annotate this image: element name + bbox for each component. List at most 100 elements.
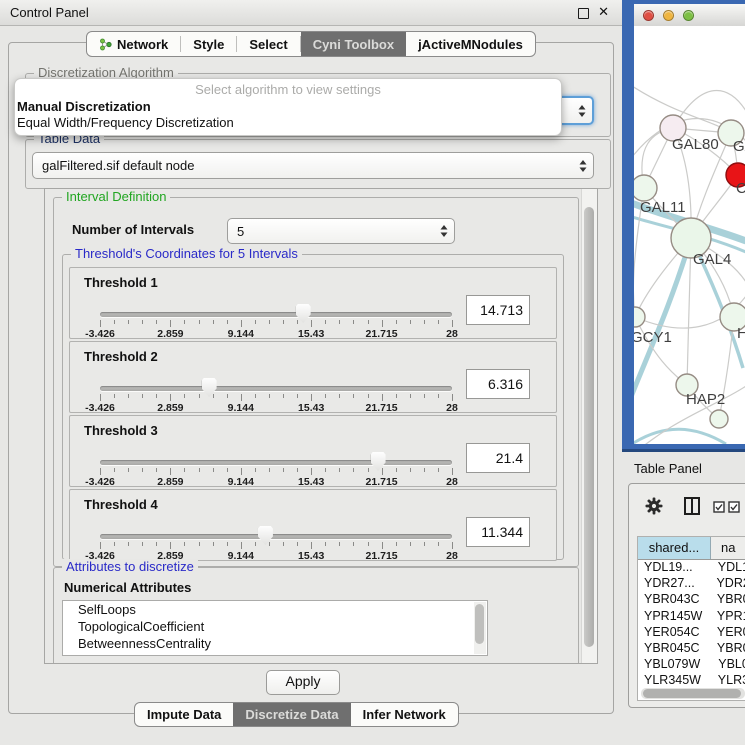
table-row[interactable]: YER054CYER0 (638, 624, 745, 640)
cell-name[interactable]: YBR0 (707, 591, 745, 607)
cell-name[interactable]: YDL1 (708, 559, 745, 575)
tick (100, 468, 101, 475)
number-of-intervals-combobox[interactable]: 5 (227, 218, 455, 244)
threshold-value-field[interactable]: 21.4 (466, 443, 530, 473)
attribute-item[interactable]: SelfLoops (63, 601, 487, 618)
close-traffic-light[interactable] (643, 10, 654, 21)
tick (255, 468, 256, 472)
minimize-traffic-light[interactable] (663, 10, 674, 21)
threshold-panel: Threshold 1 -3.4262.8599.14415.4321.7152… (69, 267, 557, 339)
zoom-traffic-light[interactable] (683, 10, 694, 21)
column-header-name[interactable]: na (711, 537, 745, 559)
attribute-item[interactable]: BetweennessCentrality (63, 635, 487, 652)
table-header: shared... na (638, 537, 745, 560)
table-row[interactable]: YPR145WYPR1 (638, 608, 745, 624)
table-row[interactable]: YDL19...YDL1 (638, 559, 745, 575)
tick-label: 21.715 (366, 402, 398, 414)
network-node[interactable] (710, 410, 728, 428)
network-edge (634, 429, 726, 444)
column-header-shared-name[interactable]: shared... (638, 537, 711, 559)
threshold-value-field[interactable]: 11.344 (466, 517, 530, 547)
tick (255, 394, 256, 398)
table-row[interactable]: YLR345WYLR3 (638, 672, 745, 688)
tab-impute-data[interactable]: Impute Data (135, 703, 233, 726)
tab-network[interactable]: Network (87, 32, 180, 56)
tab-select[interactable]: Select (237, 32, 299, 56)
cell-shared-name[interactable]: YPR145W (638, 608, 707, 624)
close-window-icon[interactable]: ✕ (598, 4, 609, 20)
tick (184, 468, 185, 472)
network-node[interactable] (634, 175, 657, 201)
threshold-value-field[interactable]: 14.713 (466, 295, 530, 325)
node-label: GAL80 (672, 136, 719, 153)
gear-icon[interactable] (645, 497, 663, 515)
tick (142, 542, 143, 546)
threshold-label: Threshold 2 (84, 349, 158, 364)
cell-name[interactable]: YPR1 (707, 608, 745, 624)
node-label: HAP2 (686, 391, 725, 408)
tick (396, 320, 397, 324)
tick (353, 394, 354, 398)
cell-shared-name[interactable]: YLR345W (638, 672, 708, 688)
split-columns-icon[interactable] (684, 497, 700, 515)
tick (241, 394, 242, 401)
checkbox-checked-icon[interactable] (728, 501, 740, 513)
table-row[interactable]: YBR043CYBR0 (638, 591, 745, 607)
settings-scrollbar[interactable] (581, 189, 597, 663)
threshold-slider-track[interactable] (100, 534, 452, 539)
threshold-slider-track[interactable] (100, 312, 452, 317)
list-scrollbar-thumb[interactable] (475, 604, 484, 644)
cell-shared-name[interactable]: YBL079W (638, 656, 708, 672)
float-window-icon[interactable] (578, 8, 589, 19)
algorithm-placeholder: Select algorithm to view settings (15, 79, 561, 99)
cell-shared-name[interactable]: YBR045C (638, 640, 707, 656)
cell-name[interactable]: YLR3 (708, 672, 745, 688)
cell-shared-name[interactable]: YDL19... (638, 559, 708, 575)
tab-jactivemnodules[interactable]: jActiveMNodules (406, 32, 535, 56)
tab-style[interactable]: Style (181, 32, 236, 56)
slider-ticks: -3.4262.8599.14415.4321.71528 (100, 542, 452, 560)
cell-name[interactable]: YBL0 (708, 656, 745, 672)
table-data-combobox[interactable]: galFiltered.sif default node (32, 152, 594, 179)
table-hscrollbar[interactable] (641, 688, 745, 699)
table-hscrollbar-thumb[interactable] (643, 689, 741, 698)
table-row[interactable]: YBL079WYBL0 (638, 656, 745, 672)
tick (283, 468, 284, 472)
tab-discretize-data[interactable]: Discretize Data (233, 703, 350, 726)
apply-button[interactable]: Apply (266, 670, 340, 695)
tick-label: 15.43 (298, 476, 324, 488)
algorithm-option-manual[interactable]: Manual Discretization (15, 99, 561, 115)
tab-infer-network[interactable]: Infer Network (351, 703, 458, 726)
cell-shared-name[interactable]: YER054C (638, 624, 707, 640)
list-scrollbar[interactable] (474, 602, 486, 654)
attribute-item[interactable]: TopologicalCoefficient (63, 618, 487, 635)
checkbox-checked-icon[interactable] (713, 501, 725, 513)
tick (396, 542, 397, 546)
cell-name[interactable]: YER0 (707, 624, 745, 640)
network-node[interactable] (634, 307, 645, 327)
tick (213, 542, 214, 546)
threshold-slider-track[interactable] (100, 386, 452, 391)
tick-label: 21.715 (366, 550, 398, 562)
table-row[interactable]: YBR045CYBR0 (638, 640, 745, 656)
threshold-value-field[interactable]: 6.316 (466, 369, 530, 399)
tab-cyni-toolbox[interactable]: Cyni Toolbox (301, 32, 406, 56)
cell-name[interactable]: YBR0 (707, 640, 745, 656)
settings-scrollbar-thumb[interactable] (584, 207, 594, 647)
cell-name[interactable]: YDR2 (706, 575, 745, 591)
network-window-titlebar[interactable] (634, 4, 745, 27)
tick (100, 320, 101, 327)
tick (452, 468, 453, 475)
network-canvas[interactable]: GAL80GACGAL11GAL4GCY1HHAP2 (634, 26, 745, 444)
cell-shared-name[interactable]: YDR27... (638, 575, 706, 591)
tick (283, 542, 284, 546)
cell-shared-name[interactable]: YBR043C (638, 591, 707, 607)
table-row[interactable]: YDR27...YDR2 (638, 575, 745, 591)
numerical-attributes-label: Numerical Attributes (64, 580, 191, 595)
tick (269, 542, 270, 546)
tick (438, 320, 439, 324)
tick (142, 468, 143, 472)
algorithm-option-equal-width[interactable]: Equal Width/Frequency Discretization (15, 115, 561, 131)
tick (297, 468, 298, 472)
threshold-slider-track[interactable] (100, 460, 452, 465)
